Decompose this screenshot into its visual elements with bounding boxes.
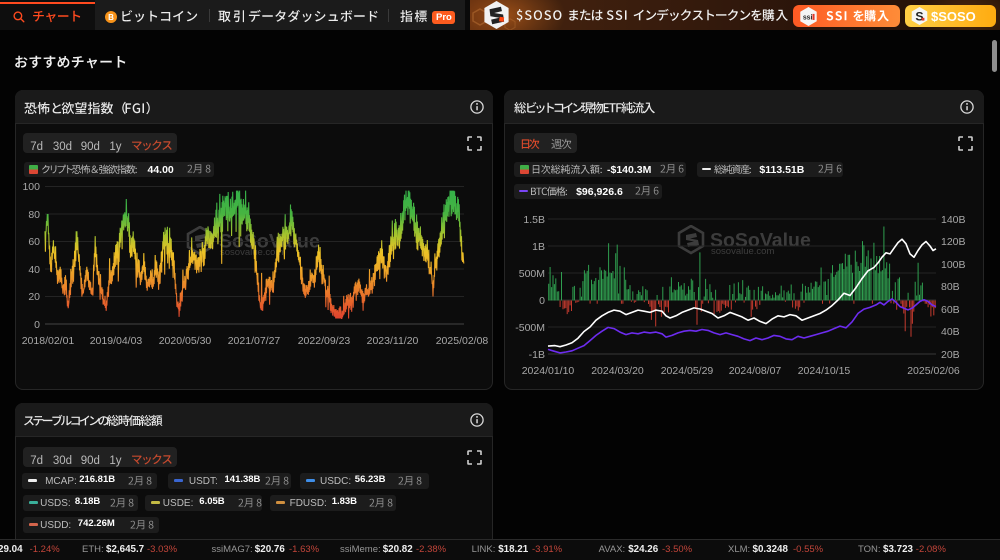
- svg-text:ssi: ssi: [803, 15, 813, 22]
- svg-text:B: B: [108, 13, 114, 22]
- svg-text:S: S: [915, 10, 923, 24]
